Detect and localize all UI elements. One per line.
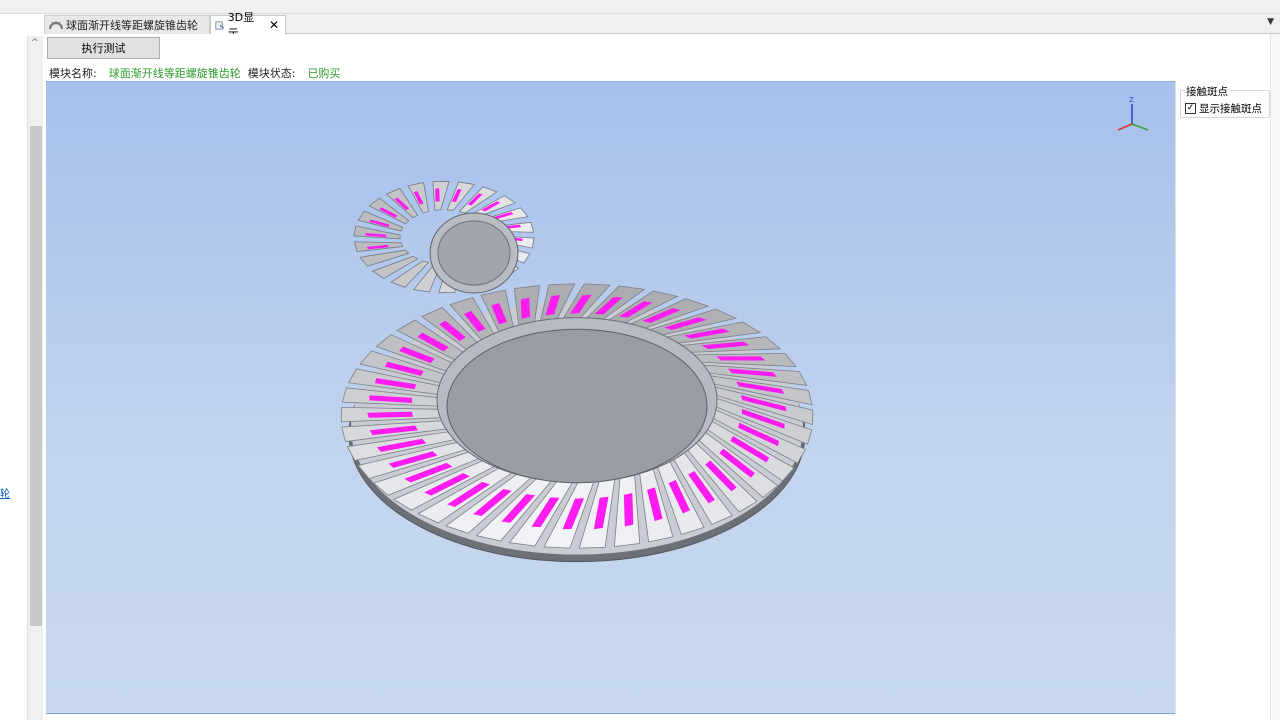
contact-panel: 接触斑点 ✓ 显示接触斑点 [1175, 81, 1274, 714]
gear-3d-scene[interactable]: Z [46, 82, 1175, 714]
3d-viewport[interactable]: Z [46, 81, 1175, 714]
module-info-row: 模块名称: 球面渐开线等距螺旋锥齿轮 模块状态: 已购买 [49, 65, 347, 80]
show-contact-row[interactable]: ✓ 显示接触斑点 [1185, 101, 1262, 116]
tab-label: 球面渐开线等距螺旋锥齿轮 [66, 19, 198, 32]
contact-patch [367, 411, 414, 418]
ring-gear [340, 283, 814, 563]
tab-gear-module[interactable]: 球面渐开线等距螺旋锥齿轮 [44, 15, 210, 34]
close-icon[interactable]: ✕ [269, 18, 279, 32]
contact-patch [716, 356, 766, 361]
y-axis [1131, 123, 1149, 131]
gear-icon [49, 21, 63, 30]
module-name-value: 球面渐开线等距螺旋锥齿轮 [108, 67, 241, 80]
module-status-value: 已购买 [307, 67, 341, 80]
pinion-gear [353, 180, 535, 294]
module-content: 执行测试 模块名称: 球面渐开线等距螺旋锥齿轮 模块状态: 已购买 Z 接触斑点… [44, 34, 1280, 720]
contact-group: 接触斑点 ✓ 显示接触斑点 [1180, 84, 1270, 118]
contact-patch [623, 492, 634, 527]
document-icon [215, 20, 225, 30]
show-contact-label: 显示接触斑点 [1199, 103, 1262, 115]
scroll-thumb[interactable] [30, 126, 42, 626]
right-scrollbar[interactable] [1270, 34, 1280, 720]
contact-group-title: 接触斑点 [1185, 84, 1229, 99]
left-tree-link[interactable]: 轮 [0, 485, 10, 500]
x-axis [1117, 123, 1133, 131]
window-top-strip [0, 0, 1280, 14]
tab-bar: 球面渐开线等距螺旋锥齿轮 3D显示 ✕ ▼ [44, 11, 1280, 40]
execute-test-button[interactable]: 执行测试 [47, 37, 160, 59]
contact-patch [520, 297, 531, 319]
module-status-label: 模块状态: [247, 67, 296, 80]
tab-menu-icon[interactable]: ▼ [1267, 17, 1274, 27]
contact-patch [435, 188, 440, 202]
module-name-label: 模块名称: [49, 67, 97, 80]
show-contact-checkbox[interactable]: ✓ [1185, 103, 1196, 114]
scroll-up-icon[interactable]: ^ [31, 38, 39, 48]
axes-triad-icon: Z [1117, 96, 1149, 131]
tab-3d-view[interactable]: 3D显示 ✕ [210, 11, 286, 40]
left-scrollbar[interactable]: ^ [27, 36, 43, 720]
z-axis-label: Z [1129, 96, 1134, 104]
